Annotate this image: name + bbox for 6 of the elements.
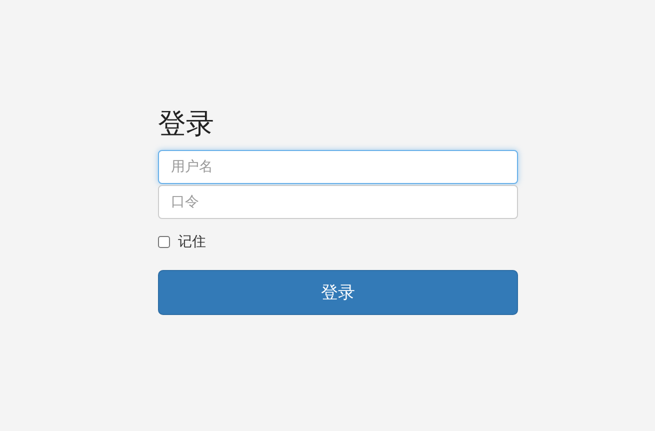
input-field[interactable]: 用户名 [158, 150, 518, 184]
checkbox-label: 记住 [178, 233, 206, 251]
login-button[interactable]: 登录 [158, 270, 518, 315]
input-field[interactable]: 口令 [158, 185, 518, 219]
remember-checkbox[interactable] [158, 236, 170, 248]
form-title: 登录 [158, 106, 215, 142]
